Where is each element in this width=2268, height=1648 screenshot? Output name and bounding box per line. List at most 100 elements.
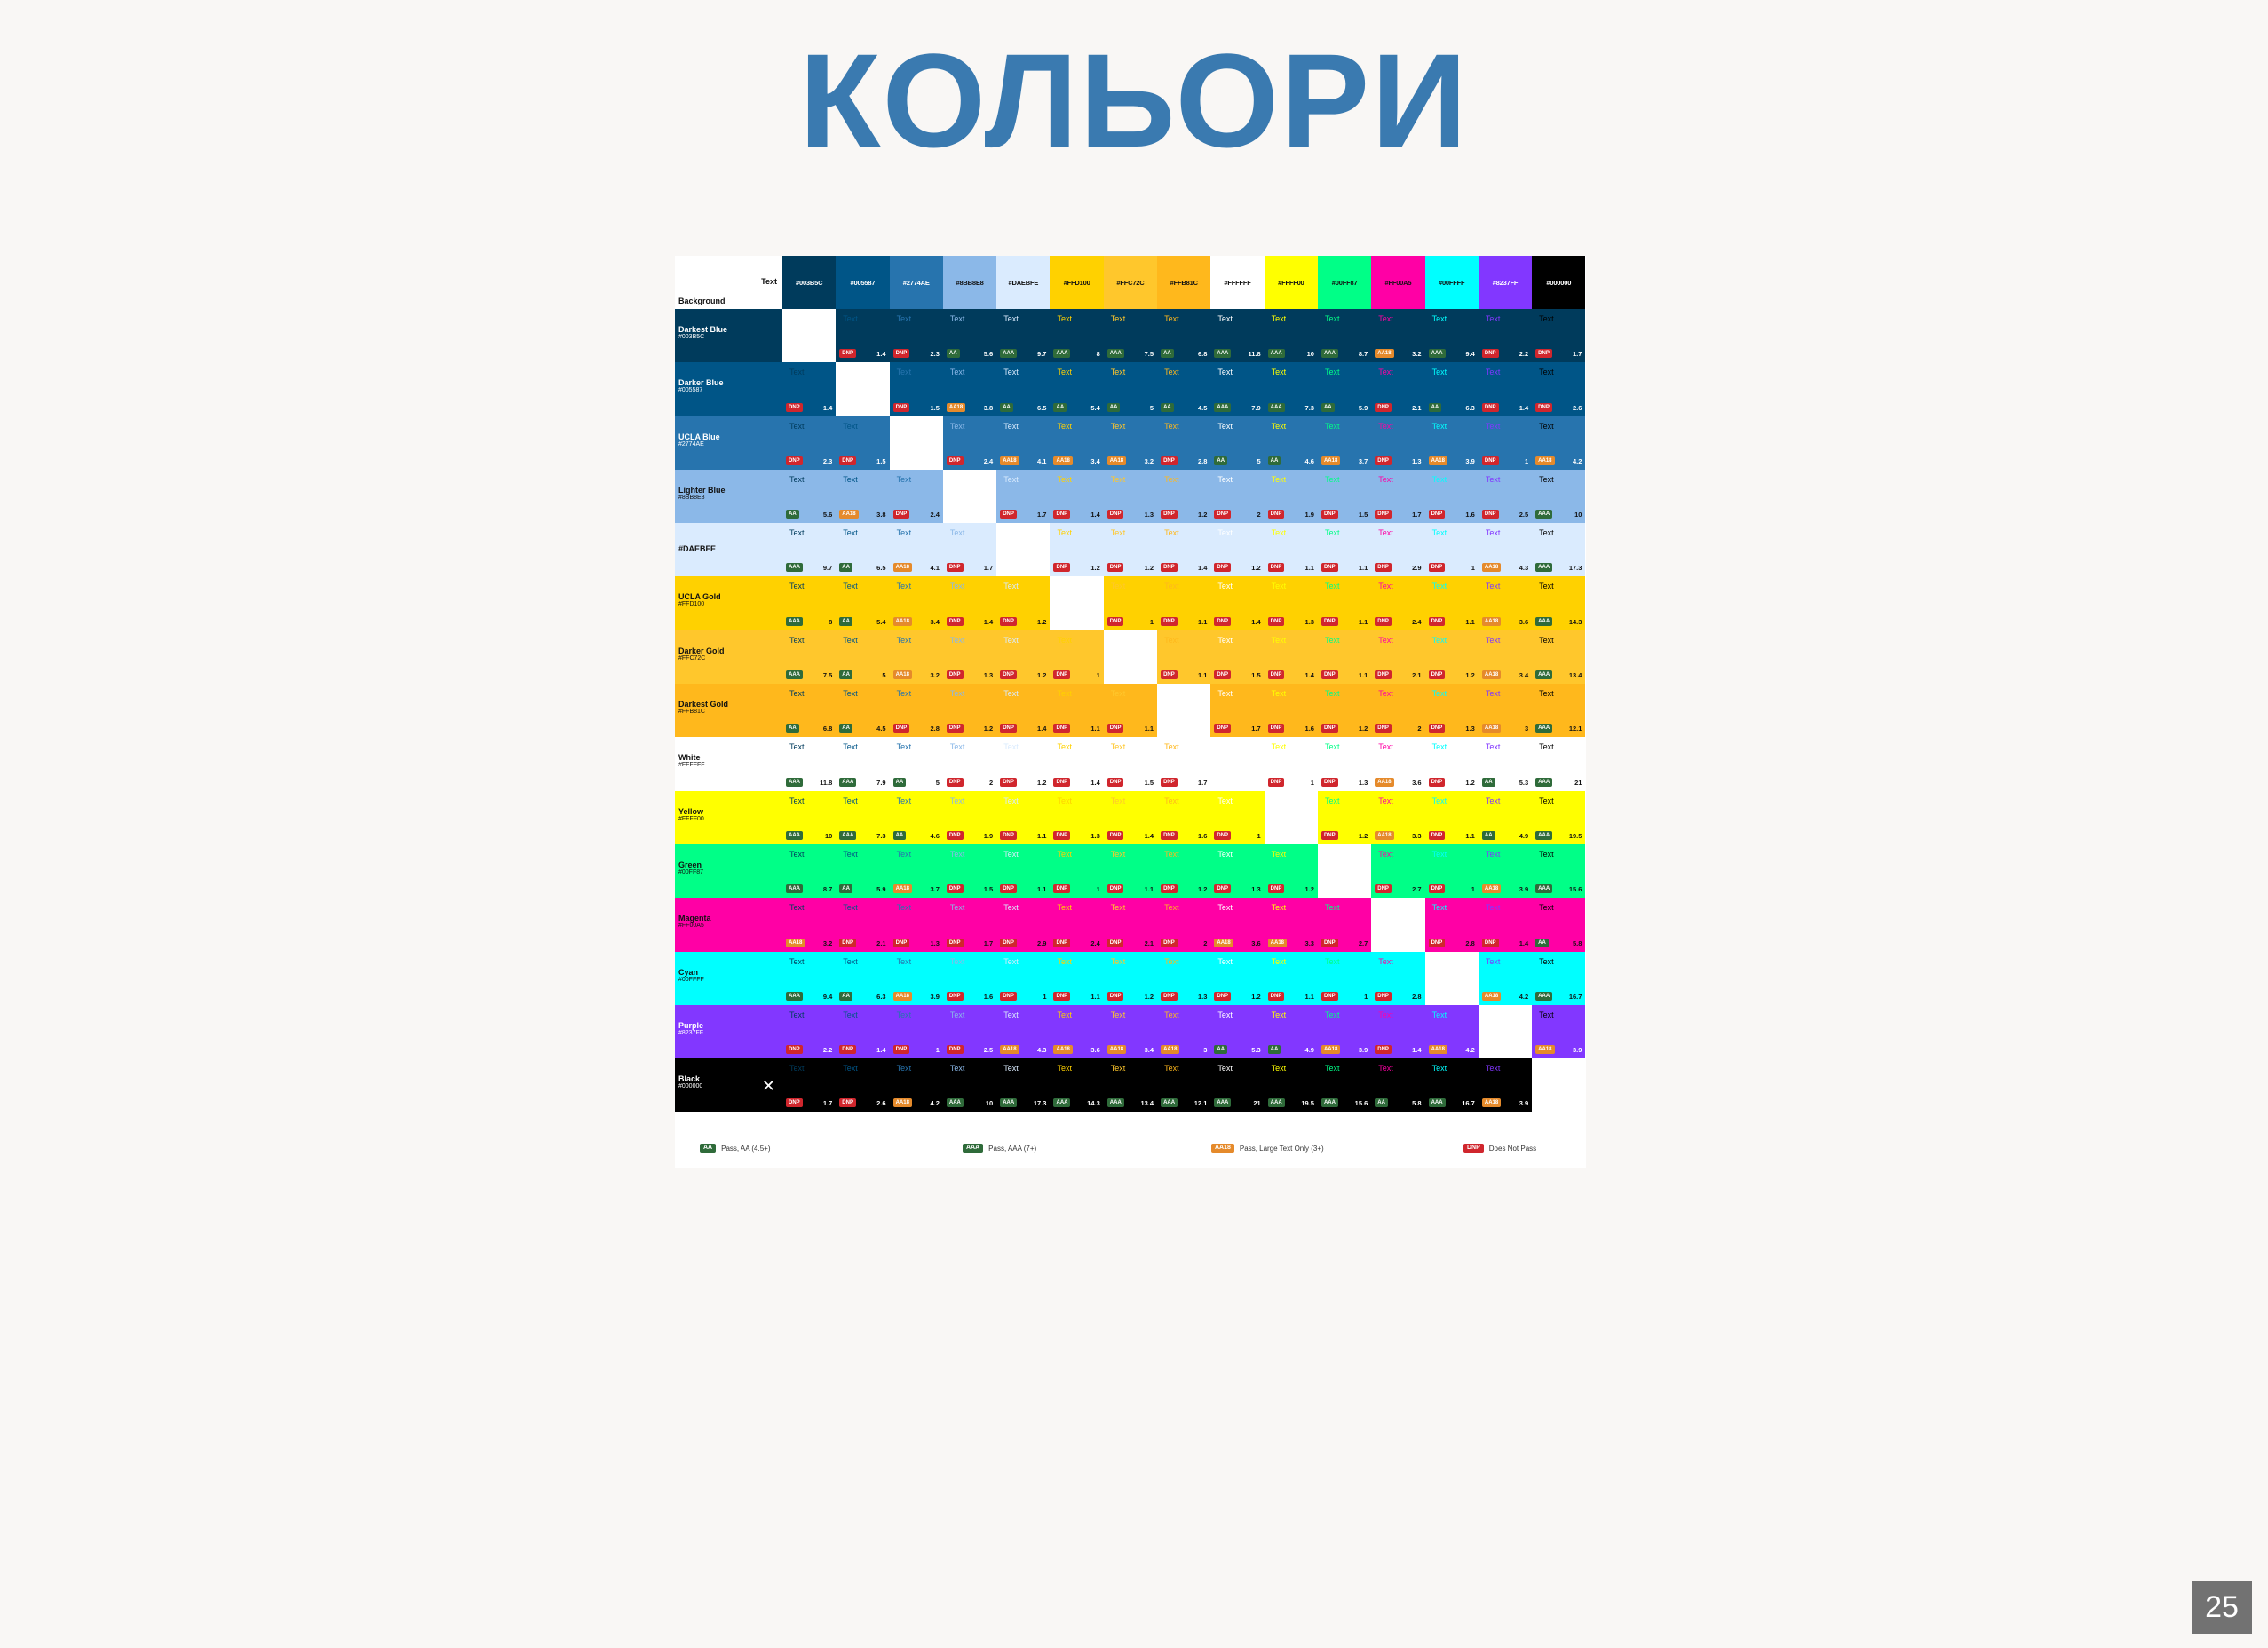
contrast-ratio: 13.4 (1568, 671, 1582, 680)
rating-badge: DNP (1320, 724, 1338, 733)
contrast-ratio: 1.6 (1197, 831, 1208, 840)
rating-badge: AA (1535, 938, 1549, 947)
contrast-ratio: 10 (1306, 350, 1314, 359)
matrix-cell: Text AA 5.3 (1210, 1004, 1265, 1059)
matrix-cell: Text DNP 1.3 (1050, 790, 1104, 844)
contrast-ratio: 6.5 (1037, 403, 1047, 412)
contrast-ratio: 1.4 (876, 350, 886, 359)
row-header-hex: #FFB81C (678, 709, 705, 716)
sample-text: Text (896, 474, 912, 484)
contrast-ratio: 9.4 (822, 992, 833, 1001)
rating-badge: DNP (1428, 777, 1446, 787)
contrast-ratio: 4.2 (1519, 992, 1529, 1001)
matrix-cell: Text AA18 3.2 (1103, 416, 1158, 470)
contrast-ratio: 3.8 (876, 511, 886, 519)
contrast-ratio: 2.7 (1412, 885, 1422, 894)
matrix-cell: Text AA18 3.9 (1317, 1004, 1372, 1059)
rating-badge: DNP (892, 938, 910, 947)
rating-badge: AA (839, 724, 852, 733)
matrix-cell: Text DNP 1.2 (1103, 951, 1158, 1005)
contrast-ratio: 6.8 (822, 725, 833, 733)
sample-text: Text (1110, 956, 1126, 966)
rating-badge: DNP (1214, 830, 1232, 840)
row-header-hex: #FF00A5 (678, 923, 704, 930)
sample-text: Text (1164, 314, 1179, 323)
rating-badge: AA18 (1053, 1045, 1073, 1055)
contrast-ratio: 1.2 (1197, 511, 1208, 519)
column-header: #2774AE (889, 256, 943, 309)
matrix-cell-empty (1157, 684, 1211, 738)
matrix-cell: Text DNP 1.5 (889, 362, 943, 416)
contrast-ratio: 1.4 (983, 617, 994, 626)
matrix-cell: Text DNP 1.7 (1210, 684, 1265, 738)
contrast-ratio: 1.1 (1144, 725, 1154, 733)
contrast-ratio: 1.1 (1037, 885, 1047, 894)
contrast-ratio: 10 (1574, 511, 1582, 519)
contrast-ratio: 1.4 (1090, 778, 1100, 787)
sample-text: Text (896, 368, 912, 377)
rating-badge: AAA (946, 1098, 964, 1108)
sample-text: Text (1485, 1064, 1501, 1074)
rating-badge: AA18 (892, 616, 912, 626)
sample-text: Text (949, 903, 965, 913)
matrix-cell: Text DNP 1.1 (1157, 576, 1211, 630)
sample-text: Text (1271, 742, 1287, 752)
close-icon[interactable]: ✕ (762, 1078, 775, 1094)
matrix-cell-empty (1210, 737, 1265, 791)
rating-badge: DNP (1000, 884, 1017, 894)
contrast-ratio: 1.4 (1197, 564, 1208, 573)
contrast-ratio: 1.3 (930, 939, 940, 947)
sample-text: Text (896, 742, 912, 752)
rating-badge: DNP (839, 456, 856, 465)
rating-badge: DNP (839, 1045, 856, 1055)
sample-text: Text (1271, 1064, 1287, 1074)
matrix-cell-empty (1424, 951, 1479, 1005)
rating-badge: AA (1428, 402, 1442, 412)
contrast-ratio: 3.4 (1144, 1046, 1154, 1055)
contrast-ratio: 1.5 (1251, 671, 1261, 680)
column-header: #8BB8E8 (942, 256, 997, 309)
sample-text: Text (1485, 796, 1501, 805)
matrix-cell: Text AA 5.8 (1532, 898, 1586, 952)
contrast-ratio: 1 (1149, 617, 1154, 626)
row-header-hex: #8BB8E8 (678, 494, 705, 501)
rating-badge: DNP (1053, 991, 1071, 1001)
rating-badge: DNP (1375, 510, 1392, 519)
rating-badge: DNP (1481, 349, 1499, 359)
contrast-matrix: Text Background #003B5C #005587 #2774AE #8BB8… (675, 256, 1586, 1113)
rating-badge: AAA (1161, 1098, 1178, 1108)
contrast-ratio: 2 (1417, 725, 1422, 733)
rating-badge: DNP (1375, 616, 1392, 626)
contrast-ratio: 9.7 (1037, 350, 1047, 359)
contrast-ratio: 1.4 (1412, 1046, 1422, 1055)
rating-badge: AA18 (1161, 1045, 1180, 1055)
matrix-cell: Text DNP 1.1 (1317, 576, 1372, 630)
row-header: Lighter Blue #8BB8E8 (675, 469, 782, 524)
rating-badge: DNP (1214, 510, 1232, 519)
sample-text: Text (1324, 1010, 1340, 1019)
contrast-ratio: 3.6 (1251, 939, 1261, 947)
rating-badge: AA (839, 563, 852, 573)
row-header-hex: #FFFFFF (678, 762, 705, 769)
rating-badge: DNP (1214, 884, 1232, 894)
rating-badge: DNP (839, 349, 856, 359)
sample-text: Text (1324, 474, 1340, 484)
contrast-ratio: 3.2 (1412, 350, 1422, 359)
row-header-name: UCLA Blue (678, 432, 720, 441)
matrix-cell: Text AA18 4.1 (889, 523, 943, 577)
rating-badge: AAA (1000, 1098, 1018, 1108)
sample-text: Text (949, 849, 965, 859)
matrix-cell: Text AA18 3.4 (1478, 630, 1533, 685)
rating-badge: DNP (1161, 670, 1178, 680)
legend-badge: AA (700, 1144, 717, 1153)
sample-text: Text (1057, 474, 1072, 484)
sample-text: Text (1110, 314, 1126, 323)
rating-badge: DNP (1375, 456, 1392, 465)
matrix-cell: Text AAA 9.4 (1424, 309, 1479, 363)
sample-text: Text (1164, 635, 1179, 645)
sample-text: Text (1378, 582, 1393, 591)
rating-badge: AAA (786, 777, 803, 787)
sample-text: Text (1164, 582, 1179, 591)
rating-badge: AA18 (1000, 456, 1019, 465)
row-header-name: White (678, 753, 701, 763)
